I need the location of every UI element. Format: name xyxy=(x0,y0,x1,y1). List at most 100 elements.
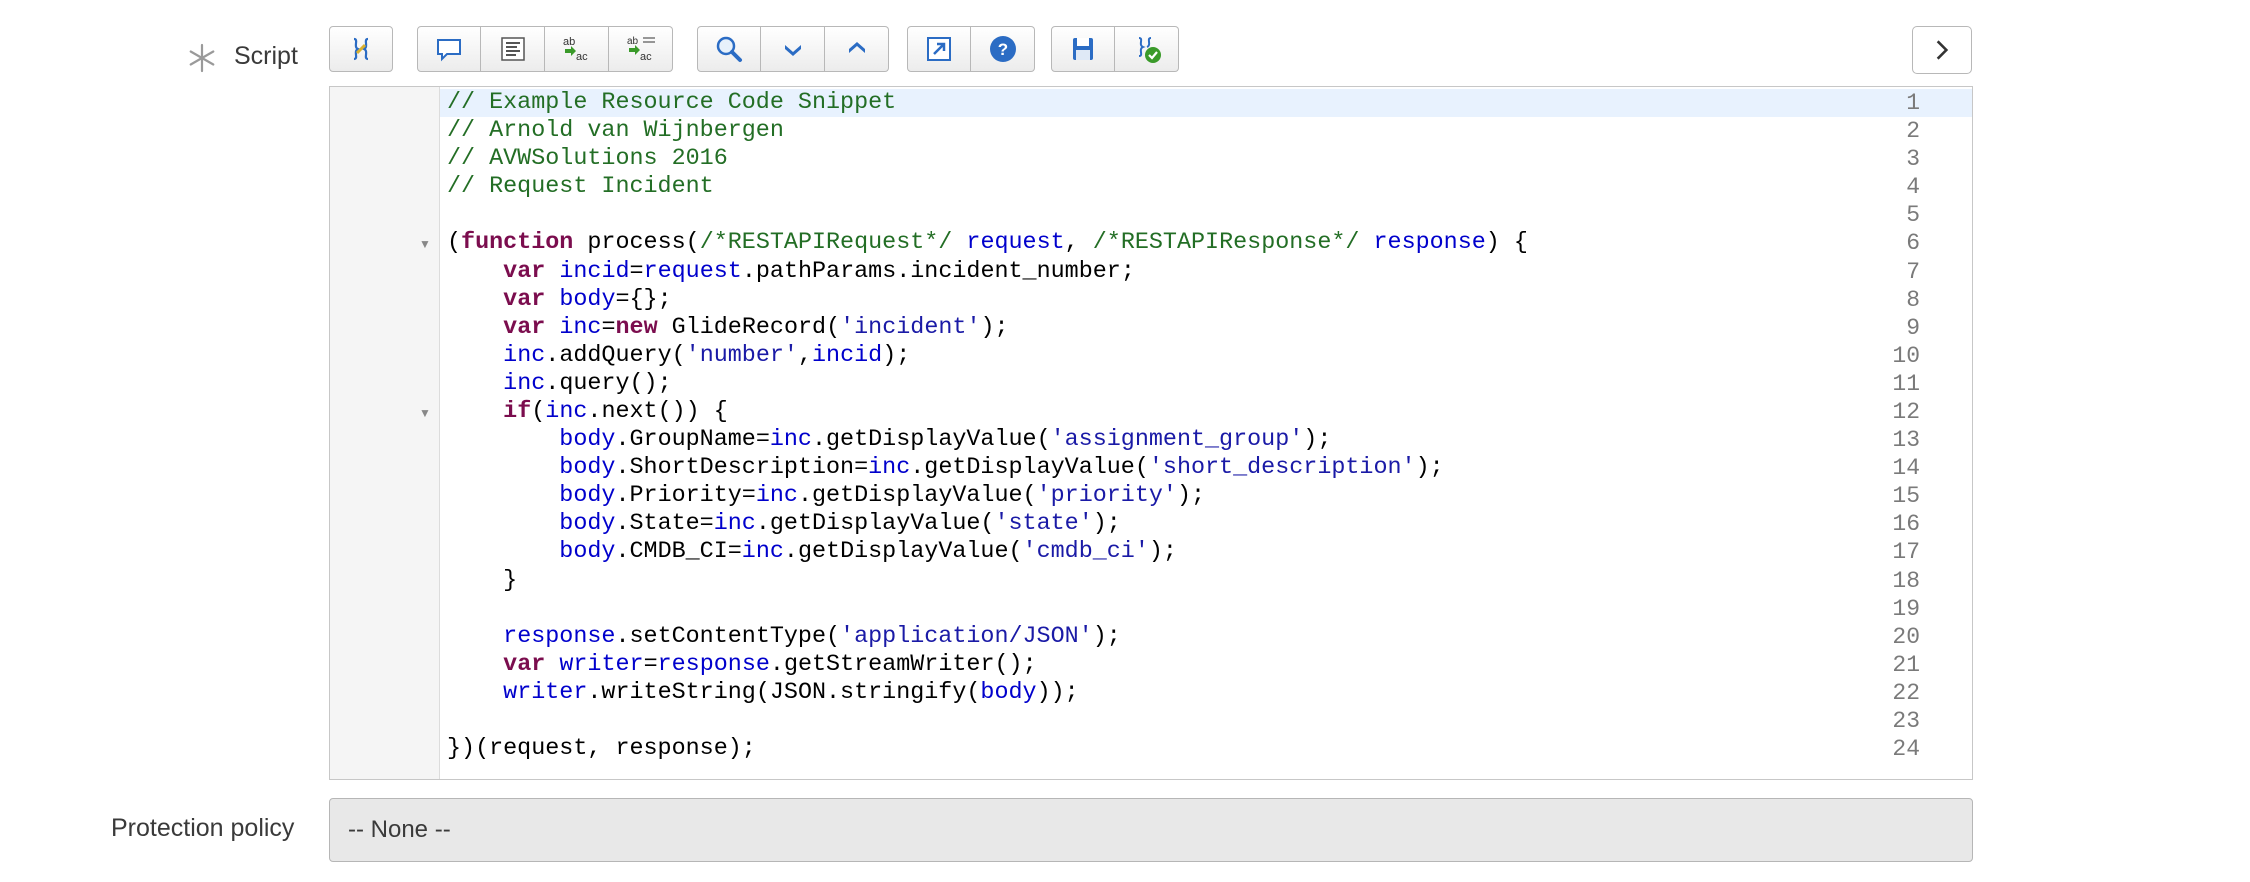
toolbar-comments-group: ab ac ab ac xyxy=(417,26,673,74)
code-line[interactable]: 5 xyxy=(330,201,1972,229)
code-text: writer.writeString(JSON.stringify(body))… xyxy=(503,679,1079,706)
comment-button[interactable] xyxy=(417,26,481,72)
find-next-button[interactable] xyxy=(761,26,825,72)
toolbar-save-group xyxy=(1051,26,1179,74)
line-number: 13 xyxy=(1892,427,1920,454)
svg-text:ac: ac xyxy=(576,51,588,63)
code-line[interactable]: 21 var writer=response.getStreamWriter()… xyxy=(330,651,1972,679)
code-line[interactable]: 14 body.ShortDescription=inc.getDisplayV… xyxy=(330,454,1972,482)
code-text: (function process(/*RESTAPIRequest*/ req… xyxy=(447,230,1528,257)
code-line[interactable]: 7 var incid=request.pathParams.incident_… xyxy=(330,258,1972,286)
code-text: // AVWSolutions 2016 xyxy=(447,146,728,173)
script-editor[interactable]: 1 // Example Resource Code Snippet 2 // Arn… xyxy=(329,86,1973,780)
replace-all-button[interactable]: ab ac xyxy=(609,26,673,72)
line-number: 5 xyxy=(1906,202,1920,229)
code-line[interactable]: 6 ▼ (function process(/*RESTAPIRequest*/ r… xyxy=(330,229,1972,257)
line-number: 2 xyxy=(1906,118,1920,145)
code-line[interactable]: 9 var inc=new GlideRecord('incident'); xyxy=(330,314,1972,342)
code-line[interactable]: 16 body.State=inc.getDisplayValue('state… xyxy=(330,510,1972,538)
save-icon xyxy=(1073,38,1093,60)
code-text: } xyxy=(447,567,518,594)
line-number: 14 xyxy=(1892,455,1920,482)
format-script-icon xyxy=(353,37,369,61)
line-number: 3 xyxy=(1906,146,1920,173)
line-number: 22 xyxy=(1892,679,1920,706)
line-number: 11 xyxy=(1892,370,1920,397)
svg-text:ab: ab xyxy=(627,36,639,47)
comment-icon xyxy=(437,39,461,62)
script-label: Script xyxy=(234,42,298,70)
code-line[interactable]: 13 body.GroupName=inc.getDisplayValue('a… xyxy=(330,426,1972,454)
code-line[interactable]: 24})(request, response); xyxy=(330,735,1972,763)
line-number: 4 xyxy=(1906,174,1920,201)
fold-arrow-icon[interactable]: ▼ xyxy=(419,237,431,251)
svg-text:ab: ab xyxy=(563,36,575,48)
chevron-up-icon xyxy=(848,42,865,53)
code-line[interactable]: 18 } xyxy=(330,567,1972,595)
line-number: 9 xyxy=(1906,314,1920,341)
help-button[interactable]: ? xyxy=(971,26,1035,72)
code-line[interactable]: 1 // Example Resource Code Snippet xyxy=(330,89,1972,117)
code-text: inc.addQuery('number',incid); xyxy=(503,342,911,369)
code-text: // Example Resource Code Snippet xyxy=(447,90,897,116)
code-text: body.State=inc.getDisplayValue('state'); xyxy=(559,511,1121,538)
code-line[interactable]: 15 body.Priority=inc.getDisplayValue('pr… xyxy=(330,482,1972,510)
svg-text:?: ? xyxy=(997,40,1007,59)
toolbar-search-group xyxy=(697,26,889,74)
line-number: 12 xyxy=(1892,398,1920,425)
replace-icon: ab ac xyxy=(563,36,588,63)
format-script-button[interactable] xyxy=(329,26,393,72)
code-line[interactable]: 12 ▼ if(inc.next()) { xyxy=(330,398,1972,426)
find-previous-button[interactable] xyxy=(825,26,889,72)
code-line[interactable]: 2 // Arnold van Wijnbergen xyxy=(330,117,1972,145)
line-number: 18 xyxy=(1892,567,1920,594)
code-text: body.GroupName=inc.getDisplayValue('assi… xyxy=(559,427,1332,454)
fold-arrow-icon[interactable]: ▼ xyxy=(419,406,431,420)
code-line[interactable]: 20 response.setContentType('application/… xyxy=(330,623,1972,651)
align-button[interactable] xyxy=(481,26,545,72)
code-line[interactable]: 4 // Request Incident xyxy=(330,173,1972,201)
code-line[interactable]: 17 body.CMDB_CI=inc.getDisplayValue('cmd… xyxy=(330,538,1972,566)
fullscreen-icon xyxy=(927,37,951,61)
save-button[interactable] xyxy=(1051,26,1115,72)
code-text: body.Priority=inc.getDisplayValue('prior… xyxy=(559,483,1206,510)
line-number: 1 xyxy=(1906,90,1920,116)
search-button[interactable] xyxy=(697,26,761,72)
chevron-down-icon xyxy=(784,45,801,56)
line-number: 15 xyxy=(1892,483,1920,510)
line-number: 24 xyxy=(1892,736,1920,763)
line-number: 10 xyxy=(1892,342,1920,369)
asterisk-icon xyxy=(189,43,215,73)
next-button[interactable] xyxy=(1912,26,1972,74)
code-line[interactable]: 10 inc.addQuery('number',incid); xyxy=(330,342,1972,370)
code-line[interactable]: 11 inc.query(); xyxy=(330,370,1972,398)
code-line[interactable]: 19 xyxy=(330,595,1972,623)
line-number: 23 xyxy=(1892,707,1920,734)
code-text: var body={}; xyxy=(503,286,672,313)
line-number: 6 xyxy=(1906,230,1920,257)
code-text: if(inc.next()) { xyxy=(503,398,728,425)
code-line[interactable]: 8 var body={}; xyxy=(330,286,1972,314)
code-line[interactable]: 3 // AVWSolutions 2016 xyxy=(330,145,1972,173)
help-icon: ? xyxy=(989,36,1016,62)
code-line[interactable]: 22 writer.writeString(JSON.stringify(bod… xyxy=(330,679,1972,707)
fullscreen-button[interactable] xyxy=(907,26,971,72)
code-line[interactable]: 23 xyxy=(330,707,1972,735)
line-number: 19 xyxy=(1892,595,1920,622)
code-text: body.CMDB_CI=inc.getDisplayValue('cmdb_c… xyxy=(559,539,1177,566)
code-text: var writer=response.getStreamWriter(); xyxy=(503,651,1037,678)
line-number: 21 xyxy=(1892,651,1920,678)
code-text: response.setContentType('application/JSO… xyxy=(503,623,1121,650)
line-number: 7 xyxy=(1906,258,1920,285)
syntax-check-button[interactable] xyxy=(1115,26,1179,72)
replace-all-icon: ab ac xyxy=(627,36,655,63)
protection-policy-select[interactable]: -- None -- xyxy=(329,798,1973,862)
protection-policy-label: Protection policy xyxy=(111,814,295,842)
toolbar-tools-group: ? xyxy=(907,26,1035,74)
search-icon xyxy=(716,36,742,62)
chevron-right-icon xyxy=(1936,40,1949,60)
line-number: 20 xyxy=(1892,623,1920,650)
replace-button[interactable]: ab ac xyxy=(545,26,609,72)
code-text: var inc=new GlideRecord('incident'); xyxy=(503,314,1009,341)
code-text: // Arnold van Wijnbergen xyxy=(447,118,784,145)
